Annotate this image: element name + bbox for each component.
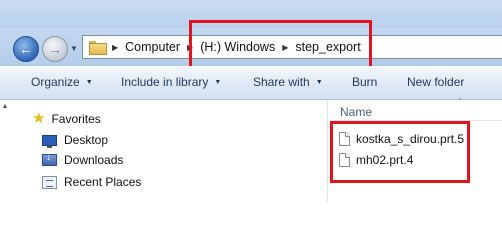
new-folder-button[interactable]: New folder (407, 75, 464, 89)
nav-item-downloads[interactable]: Downloads (42, 152, 124, 167)
include-in-library-label: Include in library (121, 75, 209, 89)
share-with-label: Share with (253, 75, 310, 89)
address-highlight-box (189, 20, 372, 69)
scroll-up-icon[interactable]: ▲ (0, 103, 10, 113)
nav-item-desktop[interactable]: Desktop (42, 133, 109, 148)
share-with-button[interactable]: Share with ▼ (253, 75, 323, 89)
forward-button[interactable]: → (42, 36, 68, 62)
downloads-icon (42, 152, 57, 166)
burn-label: Burn (352, 75, 378, 89)
burn-button[interactable]: Burn (352, 75, 377, 89)
arrow-right-icon: → (48, 41, 62, 57)
new-folder-label: New folder (407, 75, 465, 89)
sort-indicator-icon: ⌃ (457, 98, 463, 105)
nav-item-recent-places[interactable]: Recent Places (42, 175, 141, 189)
recent-pages-dropdown[interactable]: ▼ (70, 44, 78, 53)
chevron-down-icon: ▼ (70, 44, 78, 53)
nav-favorites-label: Favorites (51, 111, 101, 126)
nav-item-label: Recent Places (64, 175, 142, 189)
nav-item-favorites[interactable]: ★ Favorites (32, 111, 101, 126)
nav-item-label: Downloads (64, 153, 124, 167)
chevron-right-icon[interactable]: ▶ (112, 43, 118, 52)
recent-places-icon (42, 175, 57, 189)
arrow-left-icon: ← (19, 41, 33, 57)
organize-label: Organize (31, 75, 80, 89)
chevron-down-icon: ▼ (315, 78, 323, 86)
nav-item-label: Desktop (64, 133, 109, 147)
chevron-down-icon: ▼ (214, 78, 222, 86)
include-in-library-button[interactable]: Include in library ▼ (121, 75, 221, 89)
back-button[interactable]: ← (13, 36, 39, 62)
column-header-name[interactable]: Name (340, 105, 372, 119)
star-icon: ★ (32, 110, 46, 127)
files-highlight-box (330, 121, 470, 183)
breadcrumb-computer[interactable]: Computer (125, 40, 180, 54)
chevron-down-icon: ▼ (85, 78, 93, 86)
organize-button[interactable]: Organize ▼ (31, 75, 93, 89)
folder-icon (89, 41, 107, 55)
desktop-icon (42, 134, 57, 148)
